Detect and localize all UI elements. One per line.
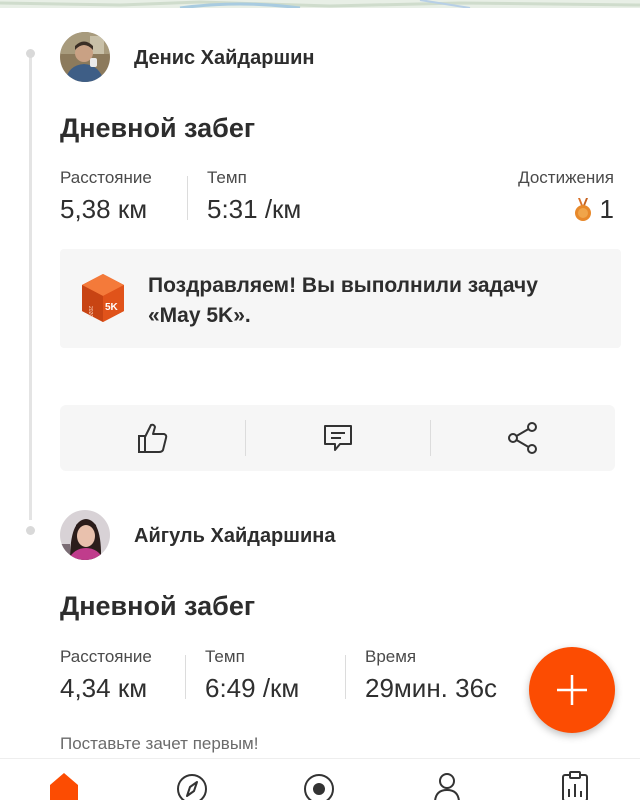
- nav-explore[interactable]: [172, 771, 212, 800]
- stat-label: Время: [365, 647, 417, 666]
- stat-value: 4,34 км: [60, 673, 148, 703]
- profile-icon: [434, 773, 460, 800]
- challenge-message: Поздравляем! Вы выполнили задачу «May 5K…: [148, 274, 538, 327]
- stat-value: 29мин. 36с: [365, 673, 498, 703]
- add-activity-button[interactable]: [529, 647, 615, 733]
- home-icon: [50, 773, 78, 800]
- achievements-count: 1: [599, 194, 614, 224]
- stat-label: Темп: [205, 647, 245, 666]
- activity-actions-bar: [60, 405, 615, 471]
- stat-divider: [185, 655, 186, 699]
- comment-button[interactable]: [246, 405, 430, 471]
- compass-icon: [177, 774, 207, 800]
- user-photo-icon: [60, 32, 110, 82]
- timeline-dot: [26, 49, 35, 58]
- timeline-dot: [26, 526, 35, 535]
- challenge-badge-icon: 5K 2020: [82, 274, 124, 322]
- stat-value: 5:31 /км: [207, 194, 302, 224]
- stat-pace: Темп 5:31 /км: [207, 168, 301, 225]
- stat-time: Время 29мин. 36с: [365, 647, 497, 704]
- comment-icon: [324, 425, 352, 451]
- share-button[interactable]: [431, 405, 615, 471]
- activity-title[interactable]: Дневной забег: [60, 591, 255, 622]
- feed-timeline: [29, 52, 32, 520]
- stat-divider: [187, 176, 188, 220]
- clipboard-icon: [562, 771, 588, 800]
- stat-divider: [345, 655, 346, 699]
- kudos-button[interactable]: [60, 405, 245, 471]
- share-icon: [508, 422, 537, 454]
- athlete-name[interactable]: Денис Хайдаршин: [134, 47, 315, 70]
- athlete-avatar[interactable]: [60, 32, 110, 82]
- bottom-navigation: [0, 758, 640, 800]
- stat-value: 6:49 /км: [205, 673, 300, 703]
- achievements-stat[interactable]: Достижения 1: [518, 168, 614, 225]
- kudos-prompt[interactable]: Поставьте зачет первым!: [60, 734, 258, 754]
- stat-value: 5,38 км: [60, 194, 148, 224]
- svg-text:2020: 2020: [87, 306, 93, 317]
- medal-icon: [574, 197, 591, 221]
- athlete-avatar[interactable]: [60, 510, 110, 560]
- nav-home[interactable]: [44, 771, 84, 800]
- challenge-completed-card[interactable]: 5K 2020 Поздравляем! Вы выполнили задачу…: [60, 249, 621, 348]
- record-icon: [304, 774, 334, 800]
- stat-label: Расстояние: [60, 647, 152, 666]
- nav-record[interactable]: [299, 771, 339, 800]
- activity-title[interactable]: Дневной забег: [60, 113, 255, 144]
- plus-icon: [557, 675, 587, 705]
- nav-profile[interactable]: [427, 771, 467, 800]
- nav-training[interactable]: [555, 771, 595, 800]
- stat-label: Темп: [207, 168, 247, 187]
- stat-label: Расстояние: [60, 168, 152, 187]
- stat-label: Достижения: [518, 168, 614, 187]
- map-preview-strip: [0, 0, 640, 8]
- badge-label: 5K: [105, 302, 119, 313]
- thumbs-up-icon: [137, 423, 167, 453]
- athlete-name[interactable]: Айгуль Хайдаршина: [134, 525, 335, 548]
- user-photo-icon: [60, 510, 110, 560]
- stat-distance: Расстояние 5,38 км: [60, 168, 152, 225]
- stat-pace: Темп 6:49 /км: [205, 647, 299, 704]
- stat-distance: Расстояние 4,34 км: [60, 647, 152, 704]
